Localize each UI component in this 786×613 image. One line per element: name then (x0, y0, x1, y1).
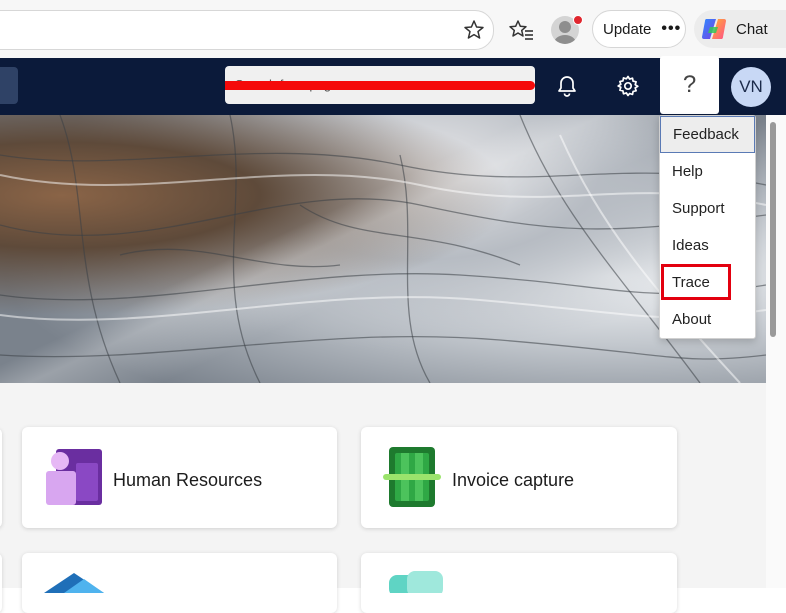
menu-item-about[interactable]: About (660, 301, 755, 338)
app-icon (389, 571, 443, 593)
gear-icon[interactable] (616, 74, 640, 98)
tile-human-resources[interactable]: Human Resources (22, 427, 337, 528)
invoice-capture-icon (383, 447, 441, 507)
notification-dot (573, 15, 583, 25)
bell-icon[interactable] (555, 74, 579, 98)
human-resources-icon (46, 449, 102, 505)
menu-item-ideas[interactable]: Ideas (660, 227, 755, 264)
tile-left-partial[interactable] (0, 428, 2, 528)
favorites-list-icon[interactable] (508, 18, 534, 42)
help-button[interactable]: ? (660, 56, 719, 114)
help-icon: ? (682, 71, 697, 98)
help-menu: Feedback Help Support Ideas Trace About (659, 115, 756, 339)
copilot-icon (702, 19, 726, 39)
browser-toolbar: Update ••• Chat (0, 0, 786, 59)
chat-label: Chat (736, 20, 768, 38)
avatar[interactable]: VN (731, 67, 771, 107)
address-bar[interactable] (0, 10, 494, 50)
redaction-mark (225, 81, 535, 90)
search-box[interactable]: Search for a page (225, 66, 535, 104)
menu-item-label: Support (672, 200, 725, 217)
menu-item-label: Feedback (673, 126, 739, 143)
tile-left-partial-lower[interactable] (0, 553, 2, 613)
menu-item-label: Ideas (672, 237, 709, 254)
app-header: Search for a page ? VN (0, 56, 786, 115)
tile-invoice-capture[interactable]: Invoice capture (361, 427, 677, 528)
menu-item-label: About (672, 311, 712, 328)
more-icon[interactable]: ••• (661, 20, 681, 38)
workspace-area: Human Resources Invoice capture (0, 383, 766, 613)
tile-title: Invoice capture (452, 470, 575, 490)
menu-item-help[interactable]: Help (660, 153, 755, 190)
scrollbar-thumb[interactable] (770, 122, 776, 337)
hero-banner-image (0, 115, 766, 383)
menu-item-feedback[interactable]: Feedback (660, 116, 755, 153)
update-label: Update (603, 20, 652, 38)
scrollbar-track[interactable] (766, 115, 786, 588)
update-button[interactable]: Update ••• (592, 10, 686, 48)
chat-button[interactable]: Chat (694, 10, 786, 48)
favorite-star-icon[interactable] (462, 18, 486, 42)
tile-lower-left[interactable] (22, 553, 337, 613)
tile-lower-right[interactable] (361, 553, 677, 613)
navigation-tile[interactable] (0, 67, 18, 104)
trace-highlight-box (661, 264, 731, 300)
menu-item-support[interactable]: Support (660, 190, 755, 227)
tile-title: Human Resources (113, 470, 263, 490)
avatar-initials: VN (739, 77, 763, 96)
menu-item-label: Help (672, 163, 703, 180)
app-icon (44, 573, 104, 593)
